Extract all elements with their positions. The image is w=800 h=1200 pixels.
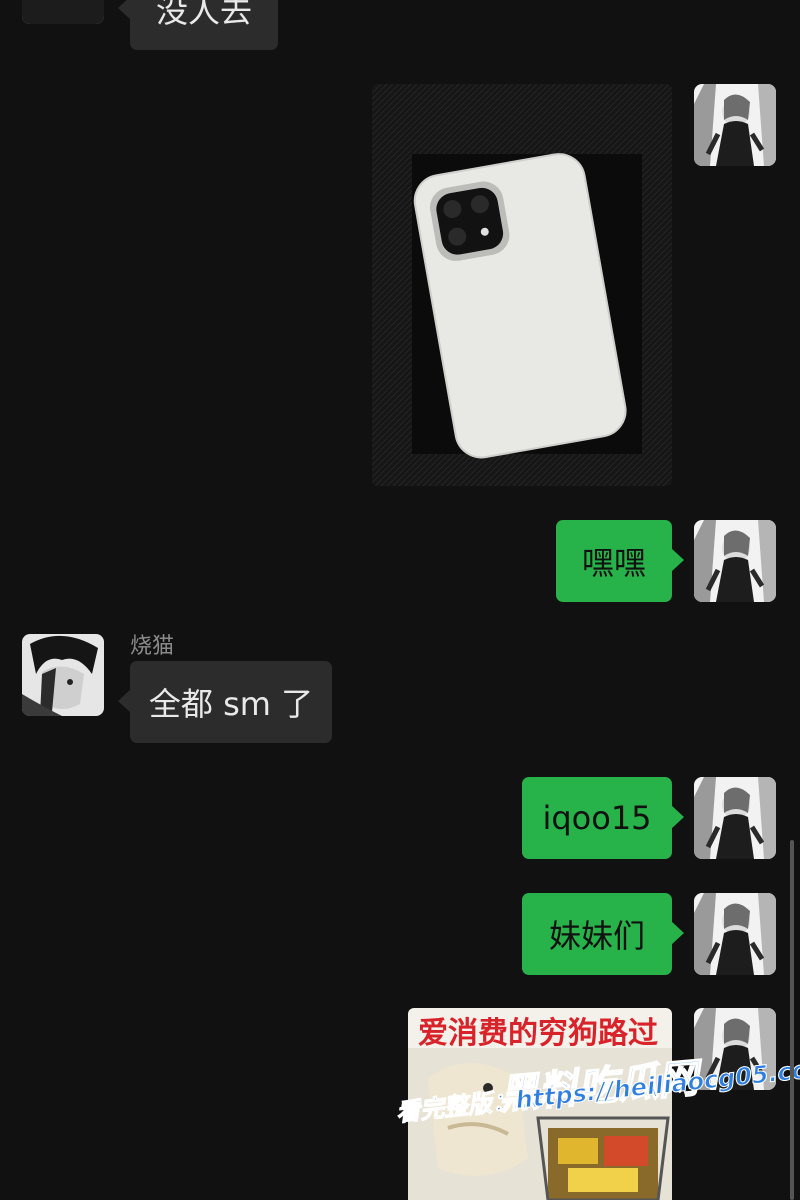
message-bubble-outgoing[interactable]: iqoo15: [522, 777, 684, 859]
message-image-phone[interactable]: [372, 84, 672, 486]
message-text: 嘿嘿: [581, 544, 646, 582]
message-text: 全都 sm 了: [148, 685, 314, 723]
contact-avatar[interactable]: [22, 634, 104, 716]
my-avatar[interactable]: [694, 84, 776, 166]
my-avatar[interactable]: [694, 520, 776, 602]
message-bubble-incoming[interactable]: 没人去: [118, 0, 278, 50]
meme-caption: 爱消费的穷狗路过: [418, 1016, 658, 1051]
my-avatar[interactable]: [694, 893, 776, 975]
message-bubble-outgoing[interactable]: 嘿嘿: [556, 520, 684, 602]
message-bubble-incoming[interactable]: 全都 sm 了: [118, 661, 332, 743]
message-text: 没人去: [155, 0, 252, 30]
scrollbar[interactable]: [790, 840, 794, 1200]
sender-name: 烧猫: [130, 634, 175, 659]
my-avatar[interactable]: [694, 777, 776, 859]
message-bubble-outgoing[interactable]: 妹妹们: [522, 893, 684, 975]
message-text: 妹妹们: [548, 917, 645, 955]
message-text: iqoo15: [542, 799, 652, 837]
contact-avatar[interactable]: [22, 0, 104, 24]
